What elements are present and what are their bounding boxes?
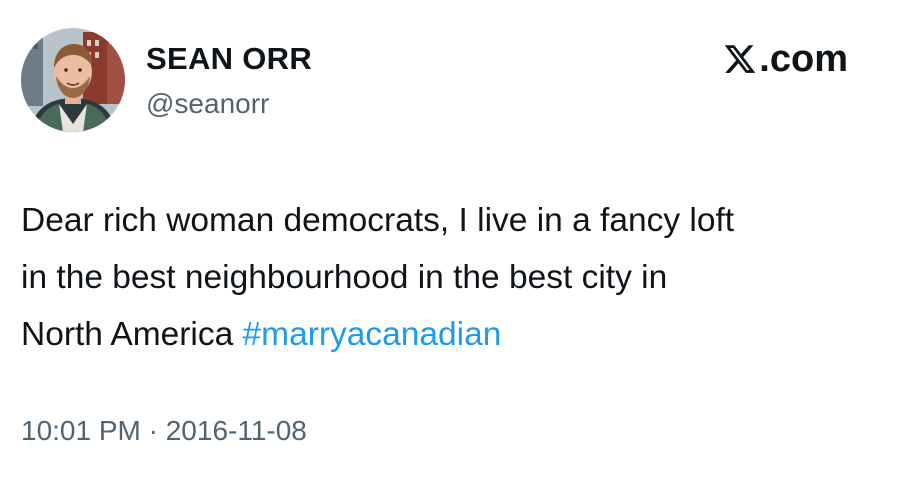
- tweet-timestamp[interactable]: 10:01 PM · 2016-11-08: [21, 413, 307, 449]
- tweet-text-line-1: Dear rich woman democrats, I live in a f…: [21, 202, 735, 239]
- user-handle[interactable]: @seanorr: [146, 87, 269, 121]
- tweet-card: SEAN ORR @seanorr .com Dear rich woman d…: [0, 0, 900, 477]
- x-logo-icon: [723, 42, 757, 76]
- tweet-text-line-2: in the best neighbourhood in the best ci…: [21, 259, 668, 296]
- hashtag-link[interactable]: #marryacanadian: [243, 316, 502, 353]
- avatar[interactable]: [21, 28, 125, 132]
- display-name[interactable]: SEAN ORR: [146, 40, 312, 78]
- tweet-text: Dear rich woman democrats, I live in a f…: [21, 192, 891, 363]
- site-watermark: .com: [723, 36, 848, 82]
- tweet-text-line-3: North America: [21, 316, 243, 353]
- avatar-photo: [21, 28, 125, 132]
- site-label-text: .com: [759, 38, 848, 80]
